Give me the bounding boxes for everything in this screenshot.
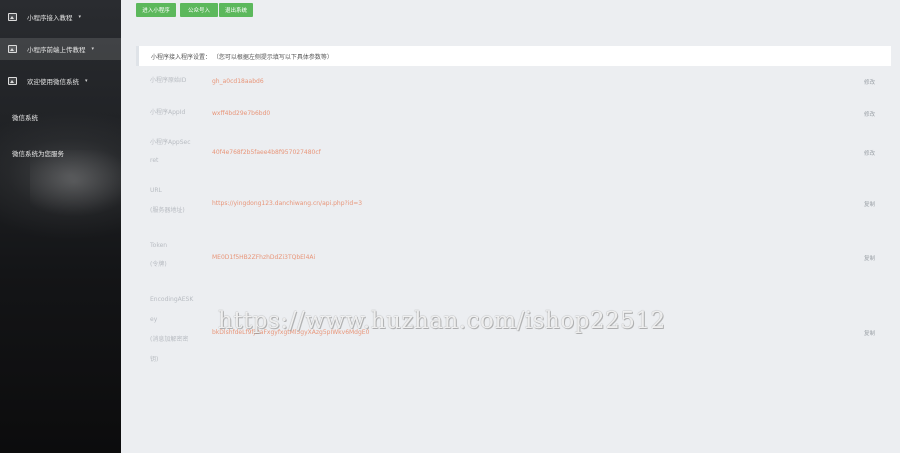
field-label-appid: 小程序AppId — [150, 109, 186, 116]
field-label-aeskey-line2: ey — [150, 316, 158, 323]
field-label-appsecret-line2: ret — [150, 157, 159, 164]
sidebar-item-label: 小程序接入教程 — [27, 14, 73, 22]
copy-url-link[interactable]: 复制 — [864, 200, 875, 208]
official-account-button[interactable]: 公众号入 — [180, 3, 218, 17]
field-label-url-line1: URL — [150, 187, 162, 194]
field-label-aeskey-line1: EncodingAESK — [150, 296, 194, 303]
caret-down-icon: ▾ — [91, 46, 95, 52]
field-value-appid: wxff4bd29e7b6bd0 — [212, 110, 271, 117]
sidebar-background-highlight — [30, 150, 121, 220]
enter-miniprogram-button[interactable]: 进入小程序 — [136, 3, 176, 17]
modify-appid-link[interactable]: 修改 — [864, 110, 875, 118]
copy-token-link[interactable]: 复制 — [864, 254, 875, 262]
sidebar-item-access-tutorial[interactable]: 小程序接入教程 ▾ — [0, 6, 121, 28]
field-value-appsecret: 40f4e768f2b5faee4b8f957027480cf — [212, 149, 321, 156]
field-value-url: https://yingdong123.danchiwang.cn/api.ph… — [212, 200, 363, 207]
sidebar: 小程序接入教程 ▾ 小程序前端上传教程 ▾ 欢迎使用微信系统 ▾ 微信系统 微信… — [0, 0, 121, 453]
sidebar-link-service[interactable]: 微信系统为您服务 — [12, 148, 64, 158]
field-label-aeskey-line4: 钥) — [150, 356, 159, 363]
field-value-original-id: gh_a0cd18aabd6 — [212, 78, 264, 85]
watermark: https://www.huzhan.com/ishop22512 — [218, 308, 666, 334]
field-label-url-line2: (服务器地址) — [150, 207, 185, 214]
image-icon — [8, 77, 17, 85]
modify-appsecret-link[interactable]: 修改 — [864, 149, 875, 157]
field-label-appsecret-line1: 小程序AppSec — [150, 139, 191, 146]
caret-down-icon: ▾ — [78, 14, 82, 20]
sidebar-item-upload-tutorial[interactable]: 小程序前端上传教程 ▾ — [0, 38, 121, 60]
field-label-original-id: 小程序原始ID — [150, 77, 187, 84]
image-icon — [8, 45, 17, 53]
image-icon — [8, 13, 17, 21]
panel-title: 小程序接入程序设置： （您可以根据左侧提示填写以下具体参数等） — [151, 53, 333, 61]
caret-down-icon: ▾ — [85, 78, 88, 84]
sidebar-item-label: 欢迎使用微信系统 — [27, 78, 79, 86]
field-label-aeskey-line3: (消息加解密密 — [150, 336, 189, 343]
field-label-token-line1: Token — [150, 242, 168, 249]
modify-original-id-link[interactable]: 修改 — [864, 78, 875, 86]
settings-panel-header: 小程序接入程序设置： （您可以根据左侧提示填写以下具体参数等） — [136, 46, 891, 66]
sidebar-item-label: 小程序前端上传教程 — [27, 46, 86, 54]
sidebar-link-system[interactable]: 微信系统 — [12, 112, 38, 122]
sidebar-item-welcome[interactable]: 欢迎使用微信系统 ▾ — [0, 70, 121, 92]
field-value-token: ME0D1f5HB2ZFhzhDdZi3TQbEl4Ai — [212, 254, 316, 261]
logout-button[interactable]: 退出系统 — [219, 3, 253, 17]
copy-aeskey-link[interactable]: 复制 — [864, 329, 875, 337]
field-label-token-line2: (令牌) — [150, 261, 167, 268]
